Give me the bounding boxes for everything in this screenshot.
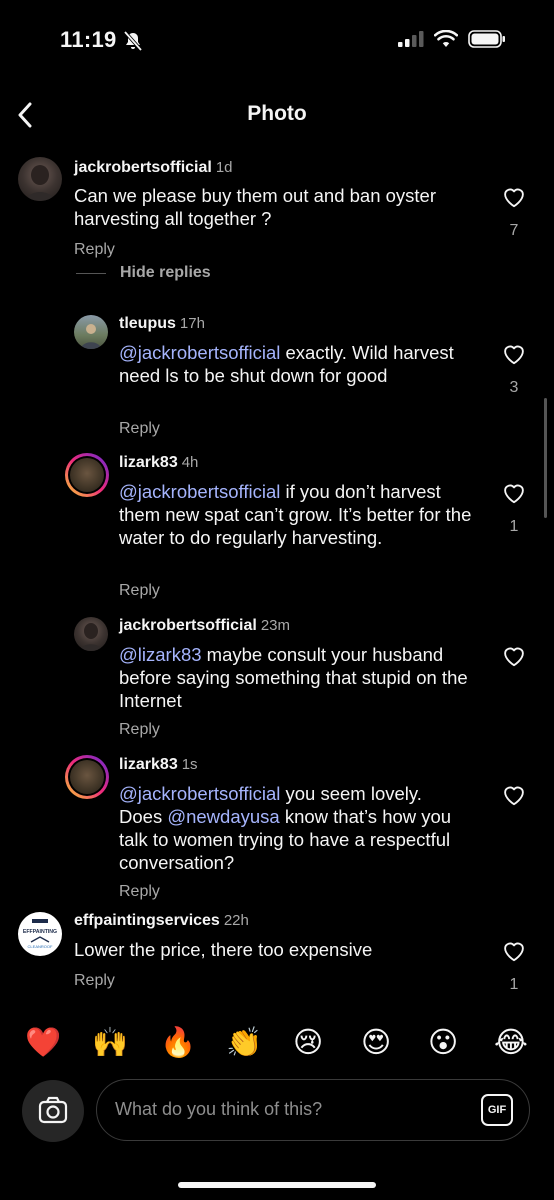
- mention-link[interactable]: @jackrobertsofficial: [119, 481, 280, 502]
- page-title: Photo: [247, 102, 307, 125]
- mention-link[interactable]: @newdayusa: [167, 806, 279, 827]
- comment-time: 17h: [179, 315, 205, 332]
- mention-link[interactable]: @jackrobertsofficial: [119, 342, 280, 363]
- company-logo: EFFPAINTING CLEANROOF: [23, 919, 57, 949]
- comment-time: 23m: [260, 617, 291, 634]
- emoji-fire[interactable]: 🔥: [160, 1022, 196, 1062]
- comment-username[interactable]: tleupus: [119, 315, 176, 332]
- comment-time: 4h: [181, 454, 199, 471]
- like-count: 1: [509, 518, 519, 535]
- comment-input[interactable]: What do you think of this? GIF: [96, 1079, 530, 1141]
- reply-button[interactable]: Reply: [119, 721, 160, 739]
- comment-username[interactable]: jackrobertsofficial: [119, 617, 257, 634]
- reply-button[interactable]: Reply: [119, 420, 160, 438]
- like-heart-icon[interactable]: [501, 480, 527, 506]
- gif-button[interactable]: GIF: [481, 1094, 513, 1126]
- comment-composer: What do you think of this? GIF: [0, 1075, 554, 1145]
- comment-time: 1d: [215, 159, 233, 176]
- reply-button[interactable]: Reply: [74, 241, 115, 259]
- avatar[interactable]: [74, 617, 108, 651]
- wifi-icon: [434, 30, 458, 47]
- comment-time: 22h: [223, 912, 249, 929]
- emoji-red-heart[interactable]: ❤️: [25, 1022, 61, 1062]
- comment-username[interactable]: effpaintingservices: [74, 912, 220, 929]
- avatar[interactable]: [18, 157, 62, 201]
- comment-text: @jackrobertsofficial if you don’t harves…: [119, 481, 472, 548]
- mention-link[interactable]: @jackrobertsofficial: [119, 783, 280, 804]
- svg-text:CLEANROOF: CLEANROOF: [28, 944, 53, 949]
- emoji-crying-face[interactable]: 😢: [293, 1022, 323, 1062]
- like-count: 7: [509, 222, 519, 239]
- emoji-astonished-face[interactable]: 😮: [428, 1022, 458, 1062]
- reply-button[interactable]: Reply: [119, 582, 160, 600]
- reply-button[interactable]: Reply: [119, 883, 160, 901]
- comment-text: @jackrobertsofficial you seem lovely. Do…: [119, 783, 452, 873]
- like-heart-icon[interactable]: [501, 938, 527, 964]
- comment-placeholder: What do you think of this?: [115, 1099, 323, 1119]
- home-indicator: [178, 1182, 376, 1188]
- like-heart-icon[interactable]: [501, 782, 527, 808]
- like-heart-icon[interactable]: [501, 643, 527, 669]
- comment-username[interactable]: lizark83: [119, 756, 178, 773]
- comment-username[interactable]: jackrobertsofficial: [74, 159, 212, 176]
- bell-off-icon: [123, 30, 143, 52]
- camera-icon: [38, 1096, 68, 1124]
- comment-time: 1s: [181, 756, 198, 773]
- divider: [76, 272, 106, 274]
- comment-text: Can we please buy them out and ban oyste…: [74, 185, 437, 229]
- reply-button[interactable]: Reply: [74, 972, 115, 990]
- like-count: 1: [509, 976, 519, 993]
- scrollbar[interactable]: [544, 398, 547, 518]
- emoji-raising-hands[interactable]: 🙌: [92, 1022, 128, 1062]
- nav-header: Photo: [0, 88, 554, 142]
- avatar[interactable]: [65, 453, 109, 497]
- comment-text: @jackrobertsofficial exactly. Wild harve…: [119, 342, 454, 386]
- avatar[interactable]: [65, 755, 109, 799]
- emoji-tears-of-joy[interactable]: 😂: [494, 1022, 528, 1062]
- comment-text: @lizark83 maybe consult your husband bef…: [119, 644, 468, 711]
- cellular-signal-icon: [398, 31, 424, 47]
- camera-button[interactable]: [22, 1080, 84, 1142]
- comment-text: Lower the price, there too expensive: [74, 939, 373, 960]
- comment-username[interactable]: lizark83: [119, 454, 178, 471]
- status-bar: 11:19: [0, 0, 554, 80]
- like-count: 3: [509, 379, 519, 396]
- emoji-heart-eyes[interactable]: 😍: [361, 1022, 391, 1062]
- emoji-clapping-hands[interactable]: 👏: [226, 1022, 262, 1062]
- avatar[interactable]: [74, 315, 108, 349]
- mention-link[interactable]: @lizark83: [119, 644, 202, 665]
- emoji-reaction-bar: ❤️ 🙌 🔥 👏 😢 😍 😮 😂: [0, 1022, 554, 1066]
- like-heart-icon[interactable]: [501, 184, 527, 210]
- svg-text:EFFPAINTING: EFFPAINTING: [23, 929, 57, 935]
- battery-icon: [468, 30, 505, 48]
- like-heart-icon[interactable]: [501, 341, 527, 367]
- hide-replies-button[interactable]: Hide replies: [76, 264, 211, 282]
- status-time: 11:19: [60, 27, 117, 52]
- avatar[interactable]: EFFPAINTING CLEANROOF: [18, 912, 62, 956]
